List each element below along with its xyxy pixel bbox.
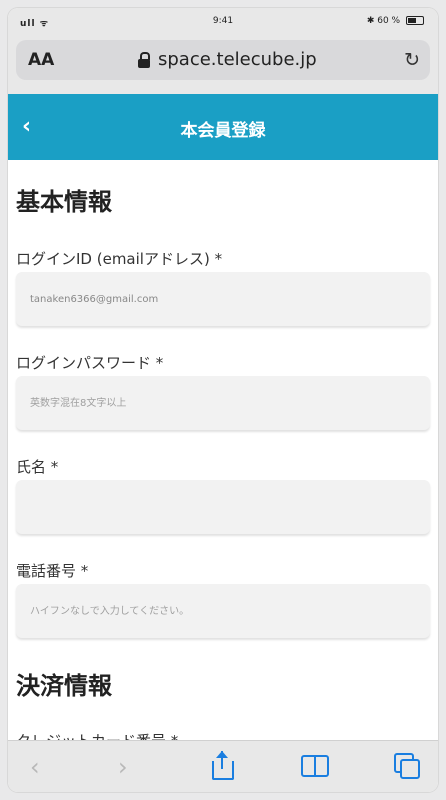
password-label: ログインパスワード *	[16, 354, 164, 372]
status-bar: ull ᯤ 9:41 ✱ 60 %	[8, 8, 438, 34]
reload-icon[interactable]: ↻	[404, 49, 420, 71]
battery-icon	[406, 16, 424, 25]
battery-label: ✱ 60 %	[366, 16, 401, 26]
tabs-icon[interactable]	[394, 753, 420, 779]
login-id-label: ログインID (emailアドレス) *	[16, 250, 223, 268]
page-title: 本会員登録	[180, 121, 266, 141]
phone-input[interactable]	[16, 584, 430, 638]
chevron-left-icon[interactable]: ‹	[30, 753, 40, 781]
registration-form: 基本情報 ログインID (emailアドレス) * ログインパスワード * 氏名…	[8, 160, 438, 740]
browser-bar: AA space.telecube.jp ↻	[8, 34, 438, 94]
app-header: ‹ 本会員登録	[8, 94, 438, 160]
password-input[interactable]	[16, 376, 430, 430]
name-input[interactable]	[16, 480, 430, 534]
chevron-right-icon[interactable]: ›	[118, 753, 128, 781]
address-bar[interactable]: AA space.telecube.jp ↻	[16, 40, 430, 80]
text-size-button[interactable]: AA	[28, 50, 54, 70]
section-title-basic-info: 基本情報	[16, 188, 112, 216]
browser-toolbar: ‹ ›	[8, 740, 438, 792]
bookmarks-icon[interactable]	[301, 755, 329, 777]
phone-label: 電話番号 *	[16, 562, 89, 580]
card-number-label: クレジットカード番号 *	[16, 730, 178, 740]
section-title-payment-info: 決済情報	[16, 672, 112, 700]
share-icon[interactable]	[209, 751, 235, 781]
name-label: 氏名 *	[16, 458, 59, 476]
phone-frame: ull ᯤ 9:41 ✱ 60 % AA space.telecube.jp ↻…	[8, 8, 438, 792]
lock-icon	[138, 52, 150, 68]
url-text[interactable]: space.telecube.jp	[158, 49, 317, 70]
login-id-input[interactable]	[16, 272, 430, 326]
battery-indicator: ✱ 60 %	[367, 16, 424, 26]
